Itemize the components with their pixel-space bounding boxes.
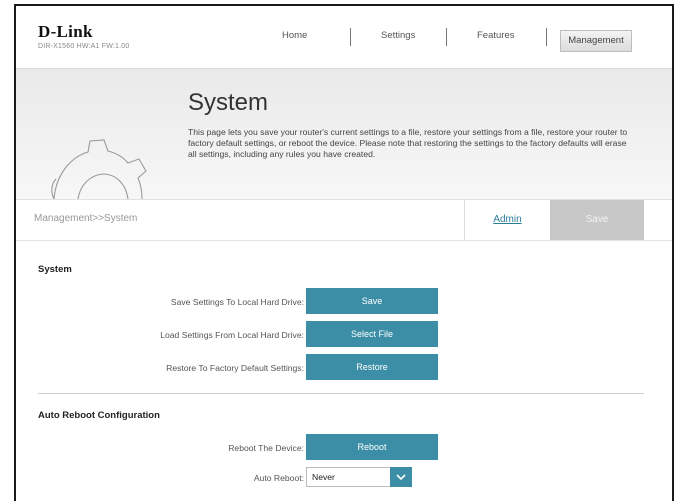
nav-features[interactable]: Features [477, 30, 515, 41]
save-settings-label: Save Settings To Local Hard Drive: [170, 297, 304, 307]
nav-separator [446, 28, 447, 46]
reboot-button[interactable]: Reboot [306, 434, 438, 460]
gear-icon [51, 139, 147, 200]
nav-management[interactable]: Management [560, 30, 632, 52]
top-navigation-bar: D-Link DIR-X1560 HW:A1 FW:1.00 Home Sett… [16, 6, 672, 68]
reboot-device-label: Reboot The Device: [228, 443, 304, 453]
nav-separator [350, 28, 351, 46]
chevron-down-icon[interactable] [390, 467, 412, 487]
page-description: This page lets you save your router's cu… [188, 127, 628, 159]
section-title-system: System [38, 264, 72, 275]
select-file-button[interactable]: Select File [306, 321, 438, 347]
restore-button[interactable]: Restore [306, 354, 438, 380]
auto-reboot-value: Never [312, 472, 335, 482]
section-divider [38, 393, 644, 394]
brand-logo: D-Link [38, 22, 93, 41]
factory-reset-label: Restore To Factory Default Settings: [166, 363, 304, 373]
nav-settings[interactable]: Settings [381, 30, 415, 41]
auto-reboot-label: Auto Reboot: [253, 473, 304, 483]
admin-link[interactable]: Admin [464, 200, 550, 240]
nav-home[interactable]: Home [282, 30, 307, 41]
breadcrumb-bar: Management>>System Admin Save [16, 199, 672, 241]
model-info: DIR-X1560 HW:A1 FW:1.00 [38, 43, 130, 50]
page-title: System [188, 89, 269, 116]
load-settings-label: Load Settings From Local Hard Drive: [160, 330, 304, 340]
breadcrumb: Management>>System [34, 213, 138, 224]
nav-separator [546, 28, 547, 46]
save-button[interactable]: Save [550, 200, 644, 240]
save-settings-button[interactable]: Save [306, 288, 438, 314]
auto-reboot-select[interactable]: Never [306, 467, 412, 487]
router-admin-window: D-Link DIR-X1560 HW:A1 FW:1.00 Home Sett… [14, 4, 674, 501]
section-title-auto-reboot: Auto Reboot Configuration [38, 410, 160, 421]
page-banner: System This page lets you save your rout… [16, 68, 672, 200]
